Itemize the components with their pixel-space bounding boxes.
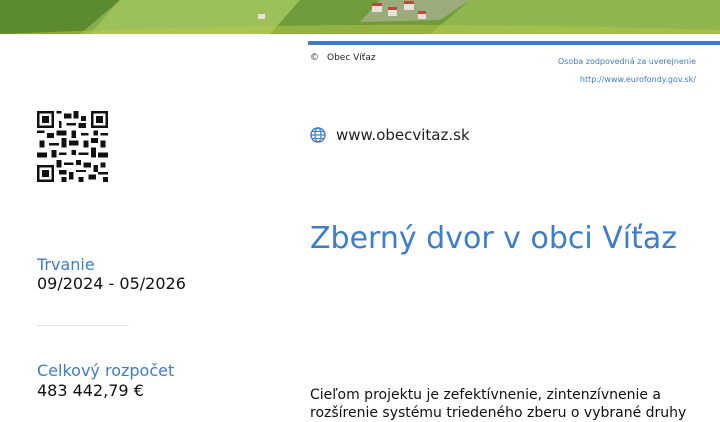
project-title: Zberný dvor v obci Víťaz bbox=[310, 221, 677, 256]
header-accent-rule bbox=[308, 41, 720, 45]
budget-value: 483 442,79 € bbox=[37, 381, 144, 400]
copyright-symbol: © bbox=[310, 53, 319, 63]
budget-label: Celkový rozpočet bbox=[37, 361, 175, 380]
duration-label: Trvanie bbox=[37, 255, 95, 274]
duration-value: 09/2024 - 05/2026 bbox=[37, 274, 186, 293]
responsible-label: Osoba zodpovedná za uverejnenie bbox=[557, 57, 696, 66]
responsible-person-block: Osoba zodpovedná za uverejnenie http://w… bbox=[558, 53, 696, 89]
copyright-owner: Obec Víťaz bbox=[327, 53, 376, 63]
village-landscape-image bbox=[0, 0, 720, 34]
globe-icon bbox=[310, 127, 326, 143]
project-description: Cieľom projektu je zefektívnenie, zinten… bbox=[310, 387, 687, 421]
responsible-url-link[interactable]: http://www.eurofondy.gov.sk/ bbox=[558, 71, 696, 89]
website-url: www.obecvitaz.sk bbox=[336, 126, 470, 144]
qr-code-icon bbox=[37, 111, 108, 182]
section-divider bbox=[37, 325, 129, 326]
copyright-line: © Obec Víťaz bbox=[310, 53, 376, 63]
header-banner-photo bbox=[0, 0, 720, 34]
website-link[interactable]: www.obecvitaz.sk bbox=[310, 126, 470, 144]
